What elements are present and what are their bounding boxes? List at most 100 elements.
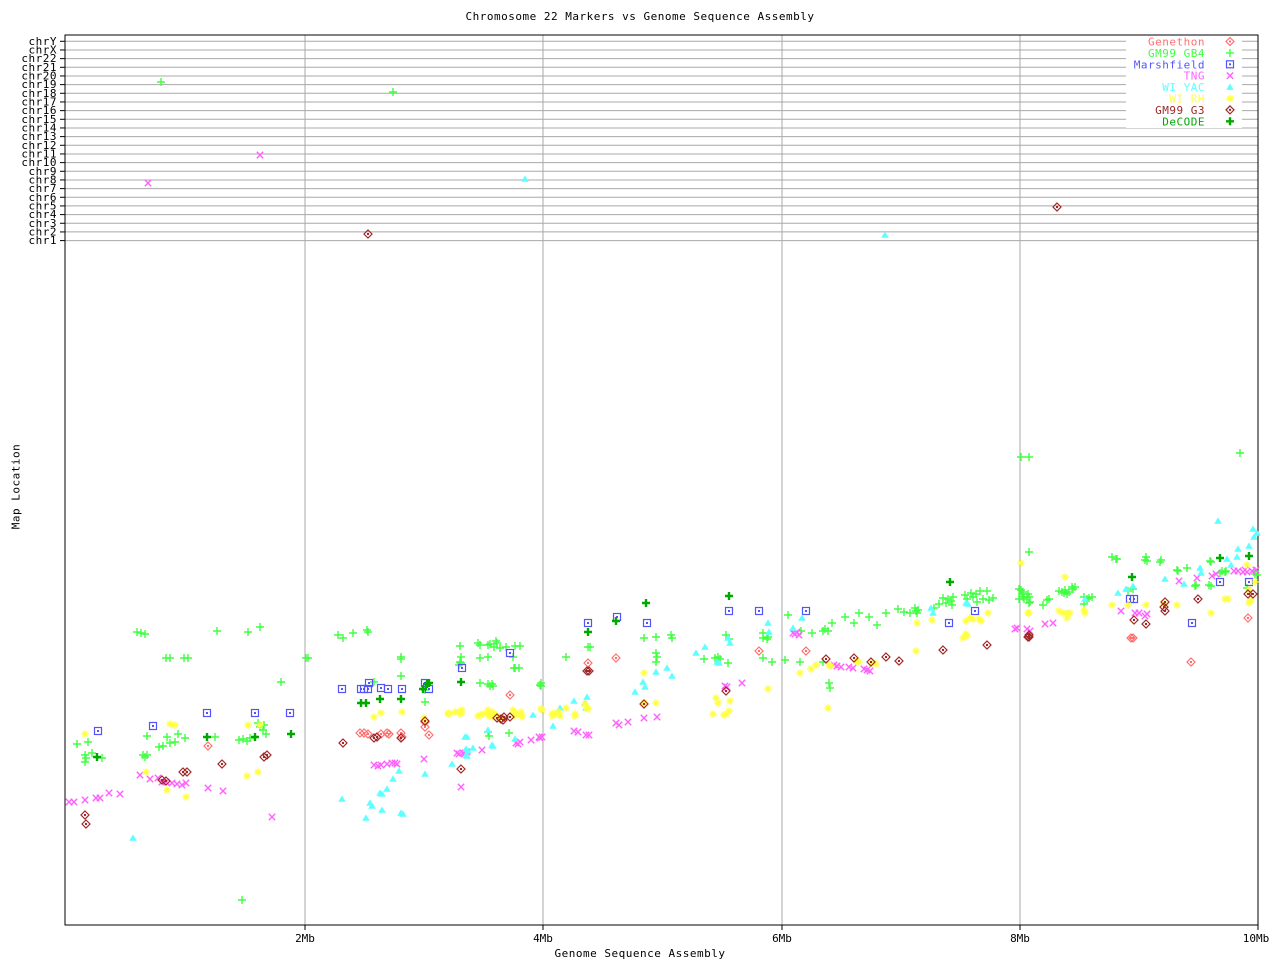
tng-marker [205, 785, 211, 791]
gm99_gb4-marker [141, 630, 149, 638]
decode-marker [362, 699, 370, 707]
wi_rh-marker [807, 665, 815, 673]
gm99_g3-marker-dot [1028, 636, 1030, 638]
gm99_gb4-marker [562, 653, 570, 661]
genethon-marker-dot [758, 650, 760, 652]
wi_rh-marker [1108, 601, 1116, 609]
wi_yac-marker [362, 814, 370, 820]
tng-marker [1136, 610, 1142, 616]
scatter-plot: 2Mb4Mb6Mb8Mb10MbchrYchrXchr22chr21chr20c… [0, 0, 1280, 960]
gm99_gb4-marker [1113, 555, 1121, 563]
gm99_gb4-marker [235, 736, 243, 744]
chart-canvas: 2Mb4Mb6Mb8Mb10MbchrYchrXchr22chr21chr20c… [0, 0, 1280, 960]
gm99_gb4-marker [174, 730, 182, 738]
decode-marker [946, 578, 954, 586]
gm99_gb4-marker [826, 684, 834, 692]
wi_rh-marker [1173, 601, 1181, 609]
wi_yac-marker [511, 735, 519, 741]
wi_yac-marker [1233, 553, 1241, 559]
gm99_gb4-marker [238, 896, 246, 904]
gm99_gb4-marker [1108, 553, 1116, 561]
gm99_gb4-marker [133, 628, 141, 636]
wi_rh-marker [398, 708, 406, 716]
tng-marker [106, 790, 112, 796]
gm99_gb4-marker [213, 627, 221, 635]
tng-marker [479, 747, 485, 753]
gm99_gb4-marker [143, 732, 151, 740]
gm99_g3-marker-dot [643, 703, 645, 705]
wi_yac-marker [469, 744, 477, 750]
wi_yac-marker [652, 668, 660, 674]
gm99_g3-marker-dot [266, 754, 268, 756]
wi_rh-marker [913, 619, 921, 627]
gm99_g3-marker-dot [986, 644, 988, 646]
gm99_gb4-marker [516, 642, 524, 650]
gm99_gb4-marker [653, 653, 661, 661]
wi_yac-marker [1234, 545, 1242, 551]
decode-marker [287, 730, 295, 738]
gm99_gb4-marker [759, 634, 767, 642]
genethon-marker-dot [587, 662, 589, 664]
gm99_g3-marker-dot [165, 780, 167, 782]
decode-marker [457, 678, 465, 686]
wi_yac-marker [639, 678, 647, 684]
tng-marker [71, 799, 77, 805]
gm99_gb4-marker [484, 641, 492, 649]
gm99_g3-marker-dot [85, 823, 87, 825]
wi_rh-marker [652, 699, 660, 707]
marshfield-marker-dot [152, 725, 154, 727]
wi_yac-marker [338, 795, 346, 801]
gm99_gb4-marker [484, 653, 492, 661]
wi_yac-marker [383, 785, 391, 791]
wi_rh-marker [1017, 559, 1025, 567]
tng-marker [641, 715, 647, 721]
legend-marshfield-marker-dot [1229, 63, 1231, 65]
gm99_g3-marker-dot [1197, 598, 1199, 600]
chart-title: Chromosome 22 Markers vs Genome Sequence… [0, 10, 1280, 23]
gm99_gb4-marker [456, 642, 464, 650]
tng-marker [137, 772, 143, 778]
gm99_gb4-marker [763, 635, 771, 643]
tng-marker [220, 788, 226, 794]
gm99_gb4-marker [906, 609, 914, 617]
gm99_gb4-marker [796, 658, 804, 666]
gm99_gb4-marker [184, 654, 192, 662]
chromosome-label: chr1 [29, 234, 58, 247]
gm99_gb4-marker [488, 680, 496, 688]
decode-marker [397, 695, 405, 703]
gm99_gb4-marker [1025, 548, 1033, 556]
wi_yac-marker [1161, 575, 1169, 581]
gm99_gb4-marker [1207, 582, 1215, 590]
wi_rh-marker [709, 710, 717, 718]
decode-marker [725, 592, 733, 600]
wi_yac-marker [1196, 564, 1204, 570]
wi_yac-marker [1245, 542, 1253, 548]
gm99_gb4-marker [948, 601, 956, 609]
gm99_g3-marker-dot [870, 661, 872, 663]
tng-marker [1118, 608, 1124, 614]
tng-marker [421, 756, 427, 762]
gm99_g3-marker-dot [1056, 206, 1058, 208]
y-axis-title: Map Location [10, 437, 23, 537]
gm99_gb4-marker [474, 639, 482, 647]
wi_rh-marker [640, 669, 648, 677]
gm99_gb4-marker [1039, 601, 1047, 609]
marshfield-marker-dot [646, 622, 648, 624]
gm99_gb4-marker [967, 589, 975, 597]
wi_yac-marker [421, 770, 429, 776]
wi_yac-marker [570, 697, 578, 703]
gm99_gb4-marker [1174, 567, 1182, 575]
gm99_gb4-marker [244, 628, 252, 636]
genethon-marker-dot [388, 733, 390, 735]
wi_rh-marker [714, 699, 722, 707]
wi_rh-marker [571, 712, 579, 720]
gm99_g3-marker-dot [367, 233, 369, 235]
gm99_gb4-marker [1143, 557, 1151, 565]
tng-marker [739, 680, 745, 686]
gm99_gb4-marker [1222, 567, 1230, 575]
wi_yac-marker [448, 760, 456, 766]
marshfield-marker-dot [461, 667, 463, 669]
genethon-marker-dot [424, 726, 426, 728]
genethon-marker-dot [1132, 637, 1134, 639]
wi_rh-marker [1025, 609, 1033, 617]
